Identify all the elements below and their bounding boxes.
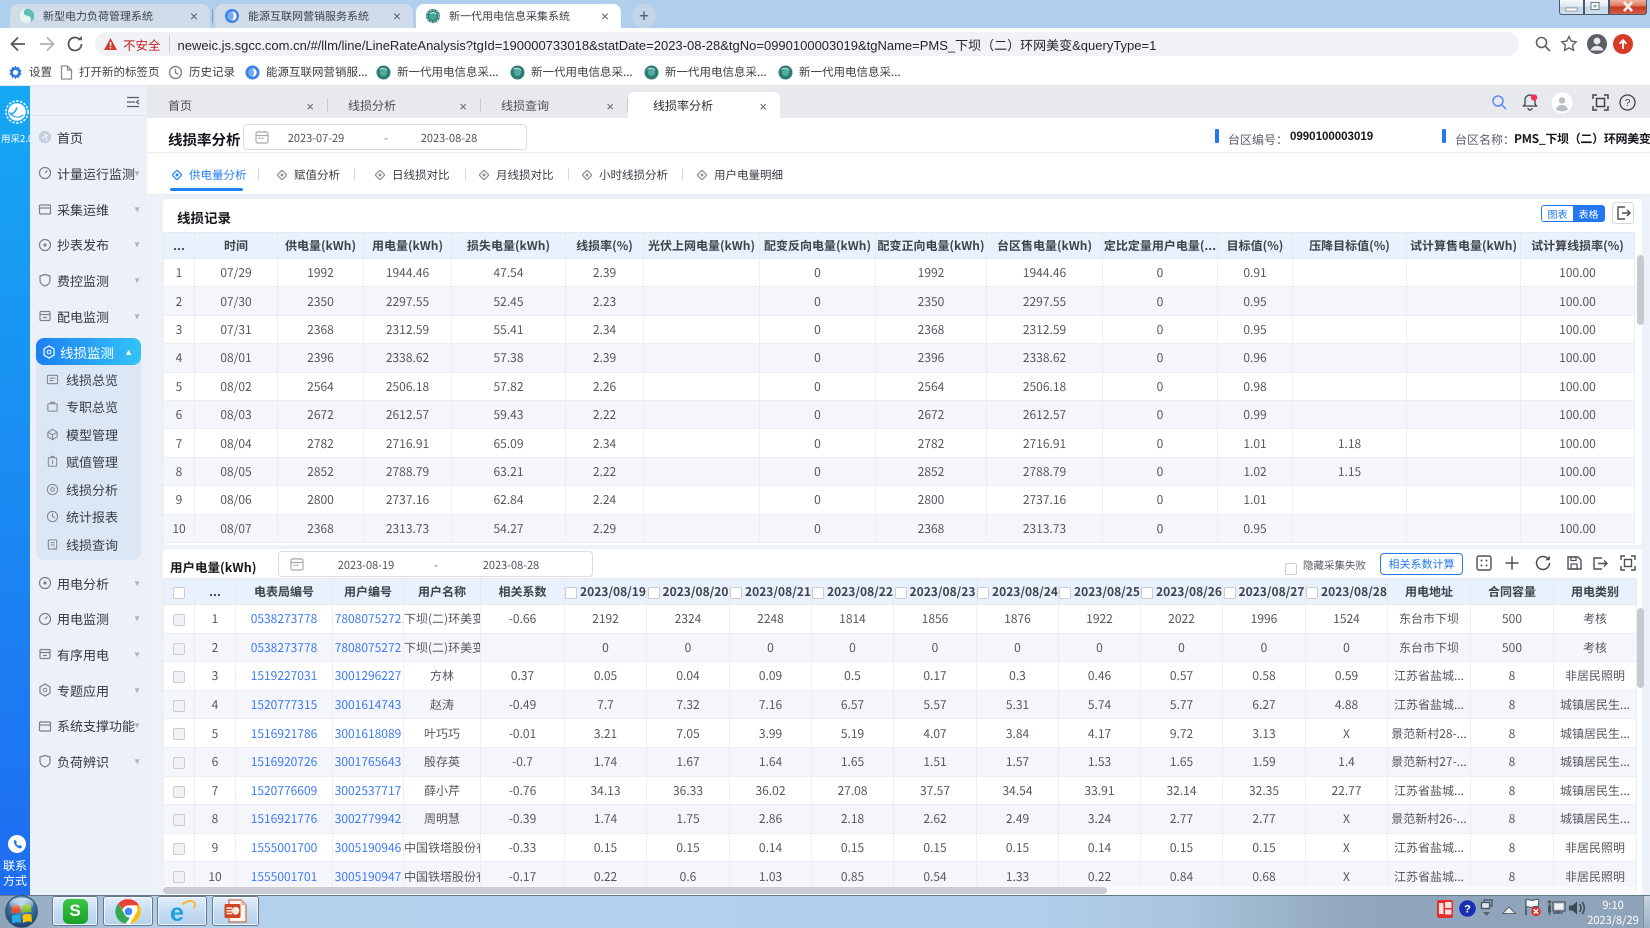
svg-text:?: ? xyxy=(1625,98,1631,109)
svg-text:e: e xyxy=(170,899,184,925)
svg-text:?: ? xyxy=(1464,904,1471,916)
